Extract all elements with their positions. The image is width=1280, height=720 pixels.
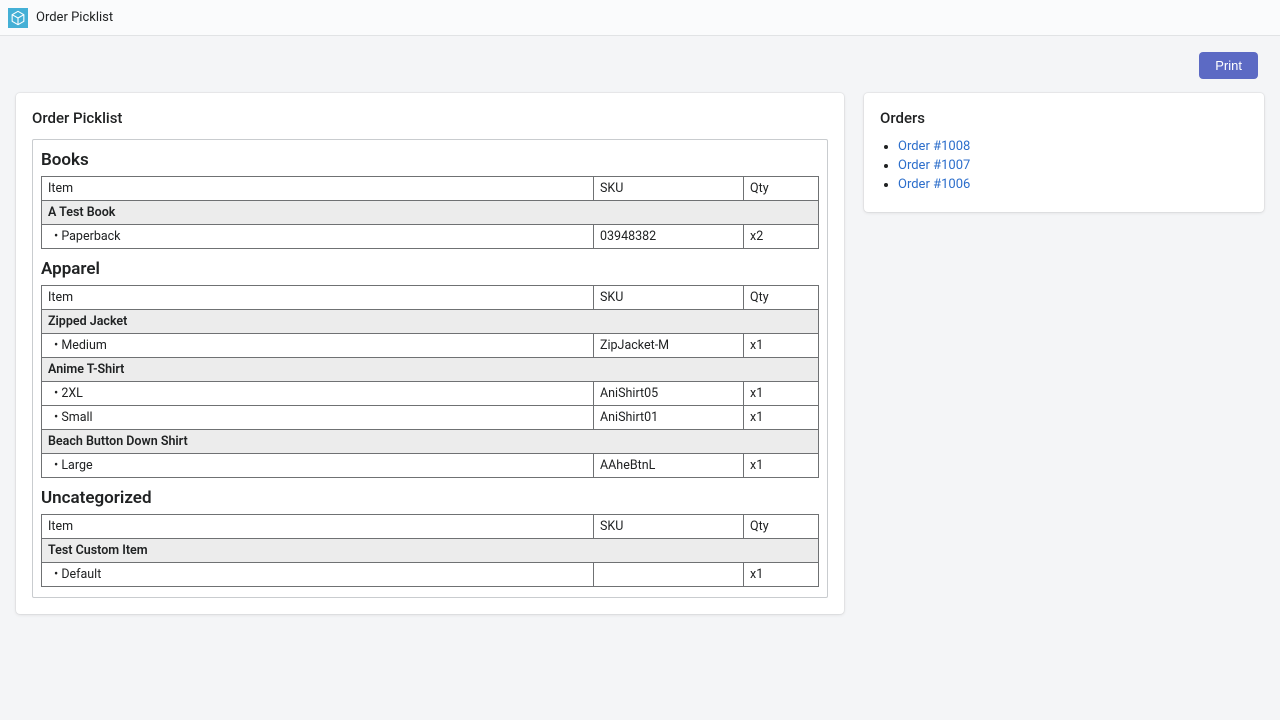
orders-list: Order #1008 Order #1007 Order #1006 [880, 139, 1248, 192]
order-link[interactable]: Order #1008 [898, 139, 970, 154]
variant-qty: x1 [744, 382, 819, 406]
variant-qty: x1 [744, 406, 819, 430]
variant-name: • Large [42, 454, 594, 478]
variant-row: • Paperback03948382x2 [42, 225, 819, 249]
product-row: Beach Button Down Shirt [42, 430, 819, 454]
orders-list-item: Order #1007 [898, 158, 1248, 173]
picklist-table: ItemSKUQtyA Test Book• Paperback03948382… [41, 176, 819, 249]
actions-bar: Print [16, 52, 1264, 79]
category-title: Apparel [41, 259, 819, 279]
product-name: Anime T-Shirt [42, 358, 819, 382]
product-name: Test Custom Item [42, 539, 819, 563]
variant-name: • Medium [42, 334, 594, 358]
product-name: A Test Book [42, 201, 819, 225]
picklist-box: BooksItemSKUQtyA Test Book• Paperback039… [32, 139, 828, 598]
column-header-qty: Qty [744, 286, 819, 310]
picklist-card: Order Picklist BooksItemSKUQtyA Test Boo… [16, 93, 844, 614]
variant-sku: AniShirt05 [594, 382, 744, 406]
category-title: Uncategorized [41, 488, 819, 508]
orders-list-item: Order #1006 [898, 177, 1248, 192]
picklist-table: ItemSKUQtyZipped Jacket• MediumZipJacket… [41, 285, 819, 478]
product-row: Anime T-Shirt [42, 358, 819, 382]
variant-name: • Small [42, 406, 594, 430]
variant-sku: AniShirt01 [594, 406, 744, 430]
column-header-sku: SKU [594, 286, 744, 310]
variant-row: • LargeAAheBtnLx1 [42, 454, 819, 478]
variant-sku: 03948382 [594, 225, 744, 249]
column-header-sku: SKU [594, 177, 744, 201]
topbar: Order Picklist [0, 0, 1280, 36]
variant-row: • 2XLAniShirt05x1 [42, 382, 819, 406]
orders-card: Orders Order #1008 Order #1007 Order #1006 [864, 93, 1264, 212]
column-header-item: Item [42, 177, 594, 201]
variant-row: • Default x1 [42, 563, 819, 587]
variant-qty: x1 [744, 563, 819, 587]
variant-sku: ZipJacket-M [594, 334, 744, 358]
variant-row: • MediumZipJacket-Mx1 [42, 334, 819, 358]
variant-name: • Default [42, 563, 594, 587]
variant-name: • Paperback [42, 225, 594, 249]
variant-qty: x1 [744, 454, 819, 478]
column-header-qty: Qty [744, 515, 819, 539]
product-name: Zipped Jacket [42, 310, 819, 334]
product-row: Zipped Jacket [42, 310, 819, 334]
variant-sku [594, 563, 744, 587]
picklist-table: ItemSKUQtyTest Custom Item• Default x1 [41, 514, 819, 587]
column-header-sku: SKU [594, 515, 744, 539]
category-title: Books [41, 150, 819, 170]
product-row: A Test Book [42, 201, 819, 225]
product-name: Beach Button Down Shirt [42, 430, 819, 454]
column-header-item: Item [42, 286, 594, 310]
picklist-heading: Order Picklist [32, 109, 828, 127]
order-link[interactable]: Order #1006 [898, 177, 970, 192]
variant-qty: x1 [744, 334, 819, 358]
column-header-qty: Qty [744, 177, 819, 201]
app-logo-icon [8, 8, 28, 28]
order-link[interactable]: Order #1007 [898, 158, 970, 173]
orders-list-item: Order #1008 [898, 139, 1248, 154]
print-button[interactable]: Print [1199, 52, 1258, 79]
variant-qty: x2 [744, 225, 819, 249]
variant-sku: AAheBtnL [594, 454, 744, 478]
orders-heading: Orders [880, 109, 1248, 127]
product-row: Test Custom Item [42, 539, 819, 563]
variant-row: • SmallAniShirt01x1 [42, 406, 819, 430]
app-title: Order Picklist [36, 10, 113, 25]
variant-name: • 2XL [42, 382, 594, 406]
column-header-item: Item [42, 515, 594, 539]
